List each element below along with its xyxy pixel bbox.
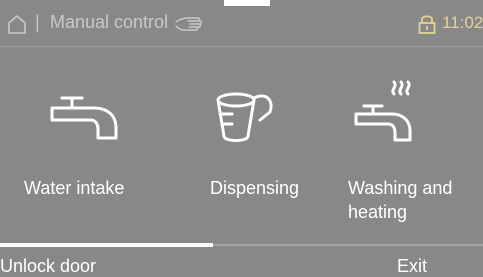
clock-time: 11:02	[442, 13, 483, 32]
bottom-active-indicator	[0, 243, 213, 247]
water-intake-label: Water intake	[24, 178, 125, 198]
washing-heating-tile[interactable]: Washing and heating	[348, 80, 483, 230]
tap-icon	[50, 96, 118, 140]
status-bar: | Manual control 11:02	[0, 0, 483, 46]
home-icon[interactable]	[6, 13, 28, 35]
hand-icon	[175, 17, 203, 31]
breadcrumb-separator: |	[35, 12, 40, 32]
heated-tap-icon	[354, 80, 412, 142]
dispensing-tile[interactable]: Dispensing	[210, 80, 360, 230]
lock-icon	[418, 15, 436, 34]
measuring-cup-icon	[216, 92, 273, 142]
page-title: Manual control	[50, 12, 169, 32]
washing-heating-label: Washing and heating	[348, 178, 453, 222]
dispensing-label: Dispensing	[210, 178, 300, 198]
water-intake-tile[interactable]: Water intake	[24, 80, 174, 230]
status-divider	[0, 46, 483, 47]
